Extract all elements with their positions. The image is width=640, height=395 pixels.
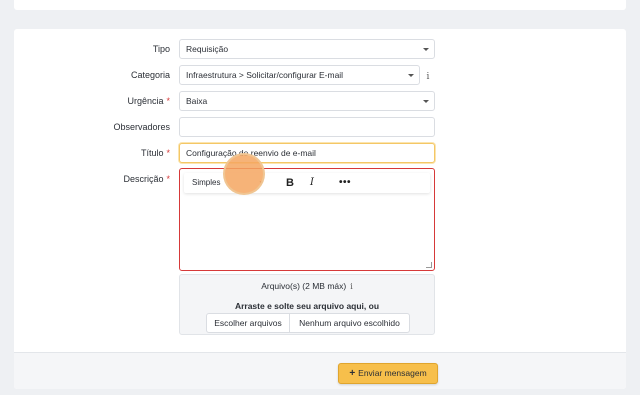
- titulo-input[interactable]: Configuração de reenvio de e-mail: [179, 143, 435, 163]
- upload-title: Arquivo(s) (2 MB máx) i: [180, 281, 434, 291]
- upload-hint: Arraste e solte seu arquivo aqui, ou: [234, 301, 380, 311]
- required-mark: *: [166, 148, 170, 158]
- previous-section-strip: [14, 0, 626, 10]
- chevron-down-icon: [408, 74, 414, 77]
- descricao-editor[interactable]: Simples ⌄ B I •••: [179, 168, 435, 271]
- categoria-label: Categoria: [14, 70, 170, 80]
- format-select[interactable]: Simples: [192, 173, 220, 193]
- file-input[interactable]: Escolher arquivos Nenhum arquivo escolhi…: [206, 313, 410, 333]
- italic-button[interactable]: I: [304, 173, 320, 193]
- file-upload-dropzone[interactable]: Arquivo(s) (2 MB máx) i Arraste e solte s…: [179, 274, 435, 335]
- observadores-label-text: Observadores: [113, 122, 170, 132]
- urgencia-label: Urgência *: [14, 96, 170, 106]
- required-mark: *: [166, 96, 170, 106]
- tipo-value: Requisição: [186, 44, 229, 54]
- send-message-button[interactable]: + Enviar mensagem: [338, 363, 438, 384]
- descricao-label-text: Descrição: [123, 174, 164, 184]
- info-icon-glyph: i: [426, 72, 430, 82]
- titulo-label-text: Título: [140, 148, 164, 158]
- plus-icon: +: [349, 368, 356, 379]
- upload-title-text: Arquivo(s) (2 MB máx): [261, 281, 347, 291]
- ticket-form-card: Tipo Requisição Categoria Infraestrutura…: [14, 29, 626, 389]
- send-message-label: Enviar mensagem: [358, 368, 427, 378]
- resize-handle-icon[interactable]: [426, 262, 432, 268]
- tipo-label-text: Tipo: [152, 44, 170, 54]
- urgencia-label-text: Urgência: [127, 96, 164, 106]
- categoria-label-text: Categoria: [130, 70, 170, 80]
- tipo-select[interactable]: Requisição: [179, 39, 435, 59]
- click-indicator: [223, 153, 265, 195]
- bold-button[interactable]: B: [282, 173, 298, 193]
- editor-toolbar: Simples ⌄ B I •••: [184, 173, 430, 193]
- observadores-input[interactable]: [179, 117, 435, 137]
- info-icon[interactable]: i: [422, 69, 434, 85]
- form-footer: [14, 352, 626, 389]
- chevron-down-icon: [423, 48, 429, 51]
- more-options-button[interactable]: •••: [337, 173, 353, 193]
- file-name-text: Nenhum arquivo escolhido: [299, 318, 400, 328]
- descricao-label: Descrição *: [14, 174, 170, 184]
- observadores-label: Observadores: [14, 122, 170, 132]
- categoria-select[interactable]: Infraestrutura > Solicitar/configurar E-…: [179, 65, 420, 85]
- required-mark: *: [166, 174, 170, 184]
- urgencia-select[interactable]: Baixa: [179, 91, 435, 111]
- categoria-value: Infraestrutura > Solicitar/configurar E-…: [186, 70, 344, 80]
- choose-files-button[interactable]: Escolher arquivos: [207, 314, 290, 332]
- info-icon[interactable]: i: [350, 282, 353, 291]
- urgencia-value: Baixa: [186, 96, 208, 106]
- titulo-label: Título *: [14, 148, 170, 158]
- tipo-label: Tipo: [14, 44, 170, 54]
- chevron-down-icon: [423, 100, 429, 103]
